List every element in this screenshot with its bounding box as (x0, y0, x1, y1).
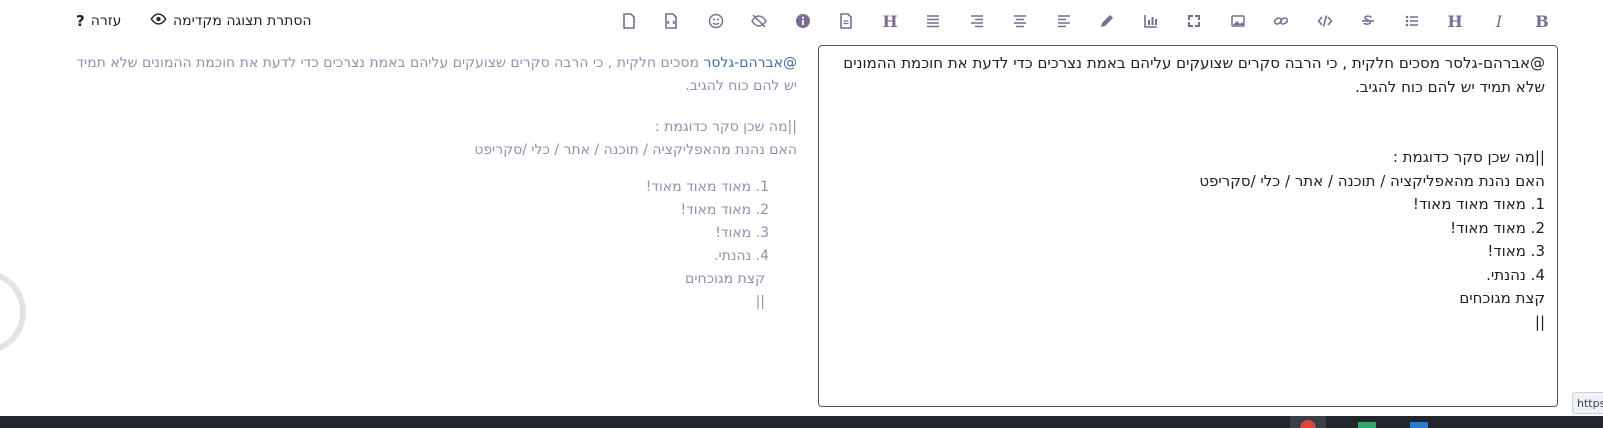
app-blue-icon[interactable] (1410, 422, 1428, 428)
list-item: 4. נהנתי. (714, 248, 769, 264)
pencil-icon[interactable] (1097, 11, 1117, 31)
bullet-list-icon[interactable] (1402, 11, 1422, 31)
list-item: 2. מאוד מאוד! (680, 202, 769, 218)
fullscreen-icon[interactable] (1184, 11, 1204, 31)
preview-line-question: ||מה שכן סקר כדוגמת : (654, 119, 797, 135)
mention-link[interactable]: @אברהם-גלסר (703, 55, 797, 71)
app-green-icon[interactable] (1358, 422, 1376, 428)
hide-preview-button[interactable]: הסתרת תצוגה מקדימה (150, 11, 312, 31)
eye-slash-icon[interactable] (749, 11, 769, 31)
preview-tail: || (755, 294, 765, 310)
smile-icon[interactable] (706, 11, 726, 31)
info-icon[interactable] (793, 11, 813, 31)
image-icon[interactable] (1228, 11, 1248, 31)
preview-pane: @אברהם-גלסר מסכים חלקית , כי הרבה סקרים … (75, 52, 797, 332)
list-item: 1. מאוד מאוד מאוד! (645, 179, 769, 195)
editor-toolbar: עזרה ? הסתרת תצוגה מקדימה H H I B (0, 0, 1603, 42)
heading-icon[interactable]: H (880, 11, 900, 31)
align-justify-icon[interactable] (923, 11, 943, 31)
preview-text: מסכים חלקית , כי הרבה סקרים שצועקים עליה… (76, 55, 797, 94)
file-icon[interactable] (619, 11, 639, 31)
question-icon: ? (76, 12, 85, 30)
preview-after-list: קצת מגוכחים (685, 271, 765, 287)
help-label: עזרה (90, 13, 122, 29)
code-icon[interactable] (1315, 11, 1335, 31)
status-url-hint: https (1572, 392, 1603, 414)
hide-preview-label: הסתרת תצוגה מקדימה (173, 13, 312, 29)
strikethrough-icon[interactable] (1358, 11, 1378, 31)
heading-large-icon[interactable]: H (1445, 11, 1465, 31)
preview-paragraph: @אברהם-גלסר מסכים חלקית , כי הרבה סקרים … (75, 52, 797, 98)
align-left-icon[interactable] (1054, 11, 1074, 31)
preview-line-app: האם נהנת מהאפליקציה / תוכנה / אתר / כלי … (474, 142, 797, 158)
editor-text[interactable]: @אברהם-גלסר מסכים חלקית , כי הרבה סקרים … (833, 52, 1545, 334)
bar-chart-icon[interactable] (1141, 11, 1161, 31)
help-button[interactable]: עזרה ? (76, 11, 121, 31)
watermark-circle (0, 270, 26, 354)
preview-list: 1. מאוד מאוד מאוד! 2. מאוד מאוד! 3. מאוד… (75, 176, 797, 268)
link-icon[interactable] (1271, 11, 1291, 31)
list-item: 3. מאוד! (715, 225, 769, 241)
align-right-icon[interactable] (967, 11, 987, 31)
align-center-icon[interactable] (1010, 11, 1030, 31)
comment-editor[interactable]: @אברהם-גלסר מסכים חלקית , כי הרבה סקרים … (818, 45, 1558, 407)
eye-icon (150, 12, 167, 30)
bold-icon[interactable]: B (1532, 11, 1552, 31)
os-taskbar (0, 416, 1603, 428)
file-code-icon[interactable] (661, 11, 681, 31)
italic-icon[interactable]: I (1489, 11, 1509, 31)
file-text-icon[interactable] (836, 11, 856, 31)
